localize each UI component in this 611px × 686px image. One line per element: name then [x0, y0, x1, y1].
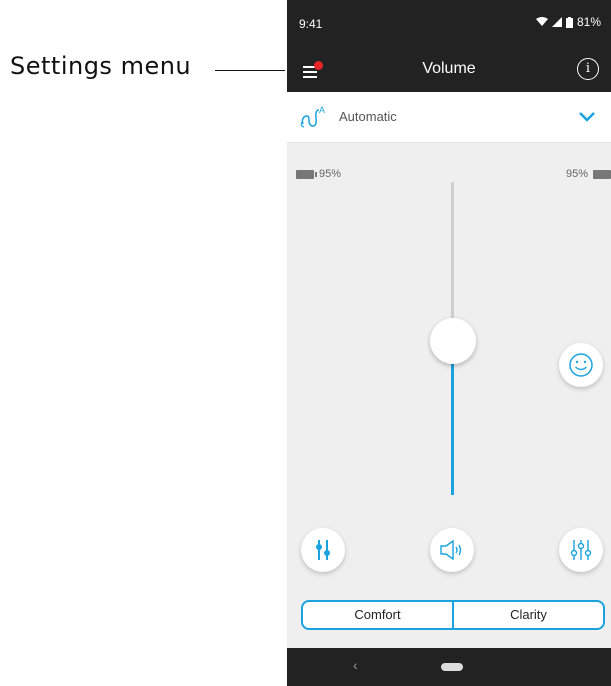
right-battery-indicator: 95% [566, 168, 611, 180]
chevron-down-icon[interactable] [577, 106, 597, 126]
program-selector[interactable]: A Automatic [287, 92, 611, 143]
speaker-button[interactable] [430, 528, 474, 572]
volume-slider-thumb[interactable] [430, 318, 476, 364]
right-battery-percent: 95% [565, 168, 588, 180]
app-bar: Volume i [287, 50, 611, 92]
home-pill-icon[interactable] [441, 663, 463, 671]
left-battery-indicator: 95% [296, 168, 341, 180]
status-icons: 81% [535, 15, 601, 29]
navigation-bar: ‹ [287, 648, 611, 686]
left-battery-icon [296, 169, 317, 179]
tune-button[interactable] [301, 528, 345, 572]
svg-text:A: A [319, 105, 325, 115]
left-battery-percent: 95% [319, 168, 342, 180]
equalizer-button[interactable] [559, 528, 603, 572]
page-title: Volume [422, 60, 476, 77]
status-bar: 9:41 81% [287, 0, 611, 50]
info-icon[interactable]: i [577, 58, 599, 80]
signal-icon [551, 17, 562, 27]
battery-icon [565, 16, 573, 28]
program-label: Automatic [339, 109, 397, 124]
mode-comfort[interactable]: Comfort [303, 602, 452, 628]
equalizer-icon [570, 540, 592, 560]
back-icon[interactable]: ‹ [353, 657, 358, 673]
right-battery-icon [593, 169, 611, 179]
mode-toggle: Comfort Clarity [301, 600, 605, 630]
status-time: 9:41 [299, 17, 323, 31]
battery-percent: 81% [576, 15, 601, 29]
callout-line [215, 70, 285, 71]
smiley-icon [569, 353, 593, 377]
speaker-icon [440, 539, 462, 561]
settings-menu-callout-label: Settings menu [10, 52, 192, 80]
volume-slider-track-filled[interactable] [451, 342, 454, 495]
wifi-icon [535, 17, 548, 26]
smiley-button[interactable] [559, 343, 603, 387]
hearing-aid-automatic-icon: A [300, 105, 325, 128]
mode-clarity[interactable]: Clarity [454, 602, 603, 628]
tune-icon [316, 540, 330, 560]
phone-screen: 9:41 81% Volume i A Automatic 95% 95% Co… [287, 0, 611, 686]
